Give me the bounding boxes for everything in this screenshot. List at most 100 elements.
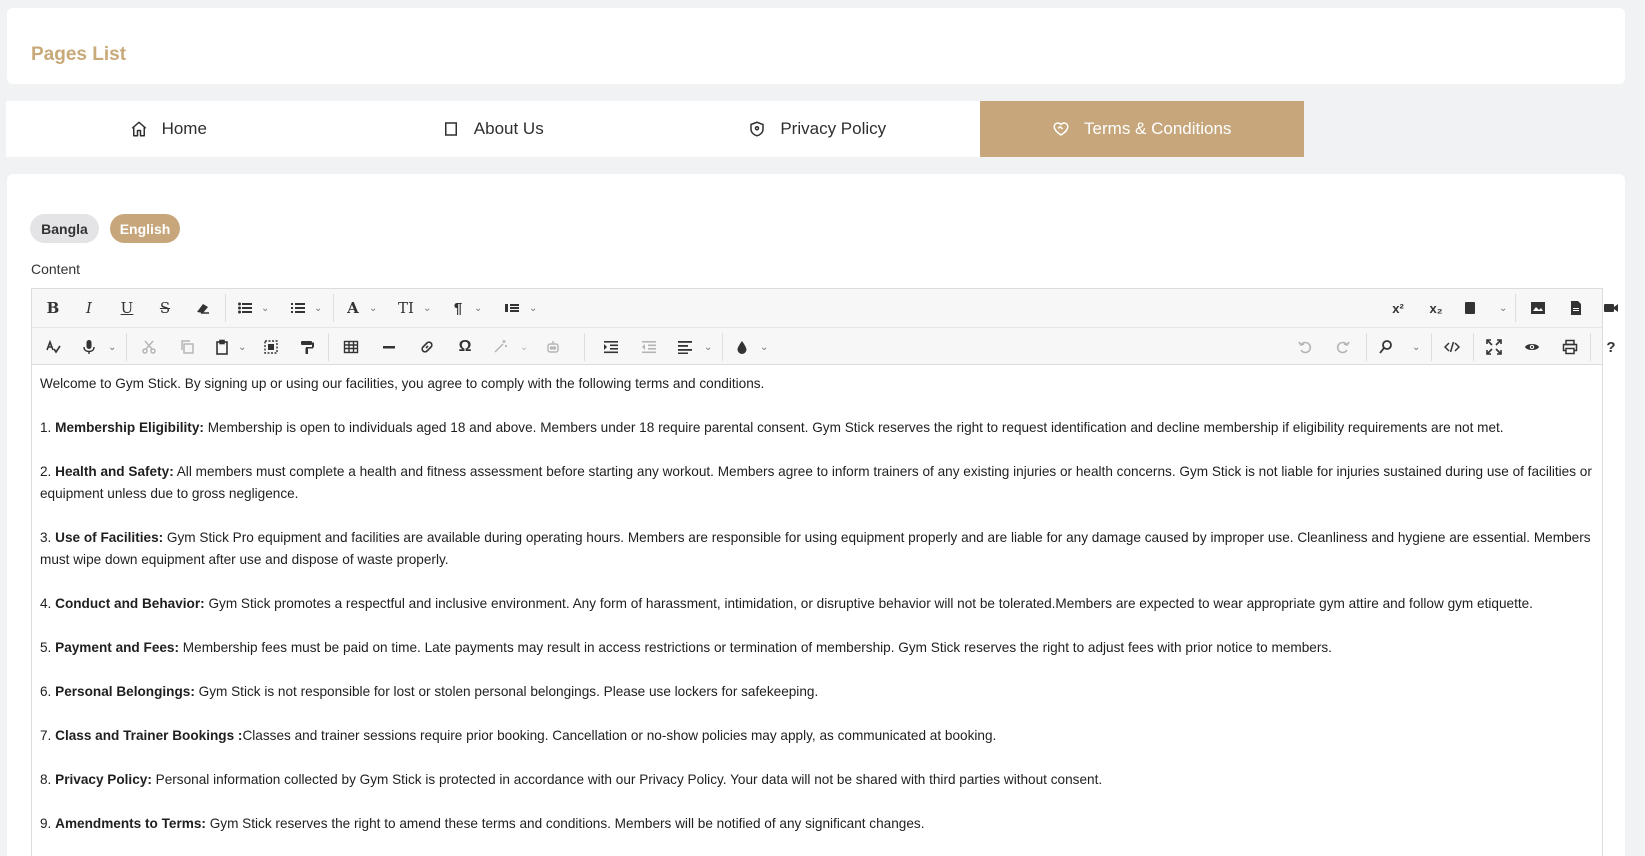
code-icon [1444, 341, 1460, 353]
item-number: 2. [40, 464, 56, 479]
microphone-icon [83, 340, 95, 354]
cut-button[interactable] [132, 328, 166, 366]
toolbar-separator [1431, 333, 1432, 361]
chevron-down-icon[interactable]: ⌄ [314, 289, 322, 327]
special-characters-button[interactable]: Ω [448, 328, 482, 366]
item-number: 5. [40, 640, 56, 655]
redo-button[interactable] [1326, 328, 1360, 366]
subscript-button[interactable]: x₂ [1418, 289, 1454, 327]
chevron-down-icon[interactable]: ⌄ [704, 328, 712, 366]
book-icon [1465, 302, 1475, 314]
item-text: All members must complete a health and f… [40, 464, 1592, 501]
font-size-button[interactable]: TI [390, 289, 422, 327]
language-bangla-button[interactable]: Bangla [30, 214, 99, 243]
spellcheck-button[interactable] [36, 328, 70, 366]
line-height-button[interactable] [497, 289, 527, 327]
language-english-button[interactable]: English [110, 214, 180, 243]
terms-item: 1. Membership Eligibility: Membership is… [40, 417, 1594, 439]
align-left-icon [678, 341, 692, 354]
item-text: Classes and trainer sessions require pri… [242, 728, 997, 743]
editor-content[interactable]: Welcome to Gym Stick. By signing up or u… [32, 365, 1602, 835]
chevron-down-icon[interactable]: ⌄ [261, 289, 269, 327]
toolbar-separator [1515, 294, 1516, 322]
item-number: 9. [40, 816, 56, 831]
align-button[interactable] [670, 328, 700, 366]
chevron-down-icon[interactable]: ⌄ [369, 289, 377, 327]
outdent-button[interactable] [632, 328, 666, 366]
item-heading: Membership Eligibility: [55, 420, 204, 435]
bullet-list-icon [238, 302, 252, 314]
file-browser-button[interactable] [1456, 289, 1484, 327]
insert-video-button[interactable] [1594, 289, 1628, 327]
font-color-button[interactable]: A [339, 289, 367, 327]
indent-button[interactable] [594, 328, 628, 366]
ai-assistant-button[interactable] [486, 328, 514, 366]
help-button[interactable]: ? [1594, 328, 1628, 366]
preview-button[interactable] [1514, 328, 1550, 366]
home-icon [131, 121, 146, 137]
paste-button[interactable] [208, 328, 236, 366]
toolbar-separator [584, 333, 585, 361]
printer-icon [1562, 339, 1578, 355]
chevron-down-icon[interactable]: ⌄ [760, 328, 768, 366]
item-heading: Personal Belongings: [55, 684, 195, 699]
toolbar-separator [333, 294, 334, 322]
toolbar-separator [225, 294, 226, 322]
rich-text-editor: B I U S ⌄ ⌄ A ⌄ TI ⌄ ¶ ⌄ ⌄ x² x₂ ⌄ ⌄ ⌄ Ω… [31, 288, 1618, 856]
horizontal-rule-icon [383, 346, 395, 349]
chevron-down-icon[interactable]: ⌄ [238, 328, 246, 366]
chevron-down-icon[interactable]: ⌄ [423, 289, 431, 327]
tab-privacy-policy[interactable]: Privacy Policy [655, 101, 980, 157]
bold-button[interactable]: B [36, 289, 70, 327]
item-heading: Amendments to Terms: [55, 816, 206, 831]
item-text: Membership is open to individuals aged 1… [203, 420, 1504, 435]
chevron-down-icon[interactable]: ⌄ [520, 328, 528, 366]
fullscreen-button[interactable] [1476, 328, 1512, 366]
text-color-button[interactable] [728, 328, 756, 366]
tab-about-us[interactable]: About Us [331, 101, 656, 157]
item-number: 8. [40, 772, 56, 787]
speech-recognition-button[interactable] [74, 328, 104, 366]
paragraph-button[interactable]: ¶ [444, 289, 472, 327]
eraser-button[interactable] [186, 289, 220, 327]
strikethrough-button[interactable]: S [148, 289, 182, 327]
toolbar-separator [1473, 333, 1474, 361]
horizontal-line-button[interactable] [372, 328, 406, 366]
chevron-down-icon[interactable]: ⌄ [1412, 328, 1420, 366]
eraser-icon [197, 304, 209, 314]
chevron-down-icon[interactable]: ⌄ [474, 289, 482, 327]
insert-image-button[interactable] [1520, 289, 1556, 327]
chevron-down-icon[interactable]: ⌄ [529, 289, 537, 327]
table-icon [343, 340, 359, 354]
insert-link-button[interactable] [410, 328, 444, 366]
toolbar-separator [1590, 333, 1591, 361]
copy-button[interactable] [170, 328, 204, 366]
italic-button[interactable]: I [72, 289, 106, 327]
superscript-button[interactable]: x² [1380, 289, 1416, 327]
copy-format-button[interactable] [290, 328, 324, 366]
eye-icon [1525, 344, 1539, 350]
chevron-down-icon[interactable]: ⌄ [1499, 289, 1507, 327]
link-icon [421, 341, 433, 353]
source-code-button[interactable] [1434, 328, 1470, 366]
undo-button[interactable] [1288, 328, 1322, 366]
heart-handshake-icon [1053, 122, 1069, 136]
tab-terms-conditions[interactable]: Terms & Conditions [979, 101, 1304, 157]
ai-commands-button[interactable] [538, 328, 568, 366]
insert-file-button[interactable] [1558, 289, 1594, 327]
chevron-down-icon[interactable]: ⌄ [108, 328, 116, 366]
item-number: 3. [40, 530, 56, 545]
find-replace-button[interactable] [1372, 328, 1400, 366]
terms-item: 9. Amendments to Terms: Gym Stick reserv… [40, 813, 1594, 835]
tab-label: Home [161, 119, 207, 138]
unordered-list-button[interactable] [231, 289, 259, 327]
item-heading: Class and Trainer Bookings : [55, 728, 243, 743]
insert-table-button[interactable] [334, 328, 368, 366]
ordered-list-button[interactable] [284, 289, 312, 327]
item-text: Gym Stick is not responsible for lost or… [194, 684, 819, 699]
underline-button[interactable]: U [110, 289, 144, 327]
select-all-button[interactable] [256, 328, 286, 366]
toolbar-separator [1366, 333, 1367, 361]
print-button[interactable] [1552, 328, 1588, 366]
tab-home[interactable]: Home [6, 101, 331, 157]
